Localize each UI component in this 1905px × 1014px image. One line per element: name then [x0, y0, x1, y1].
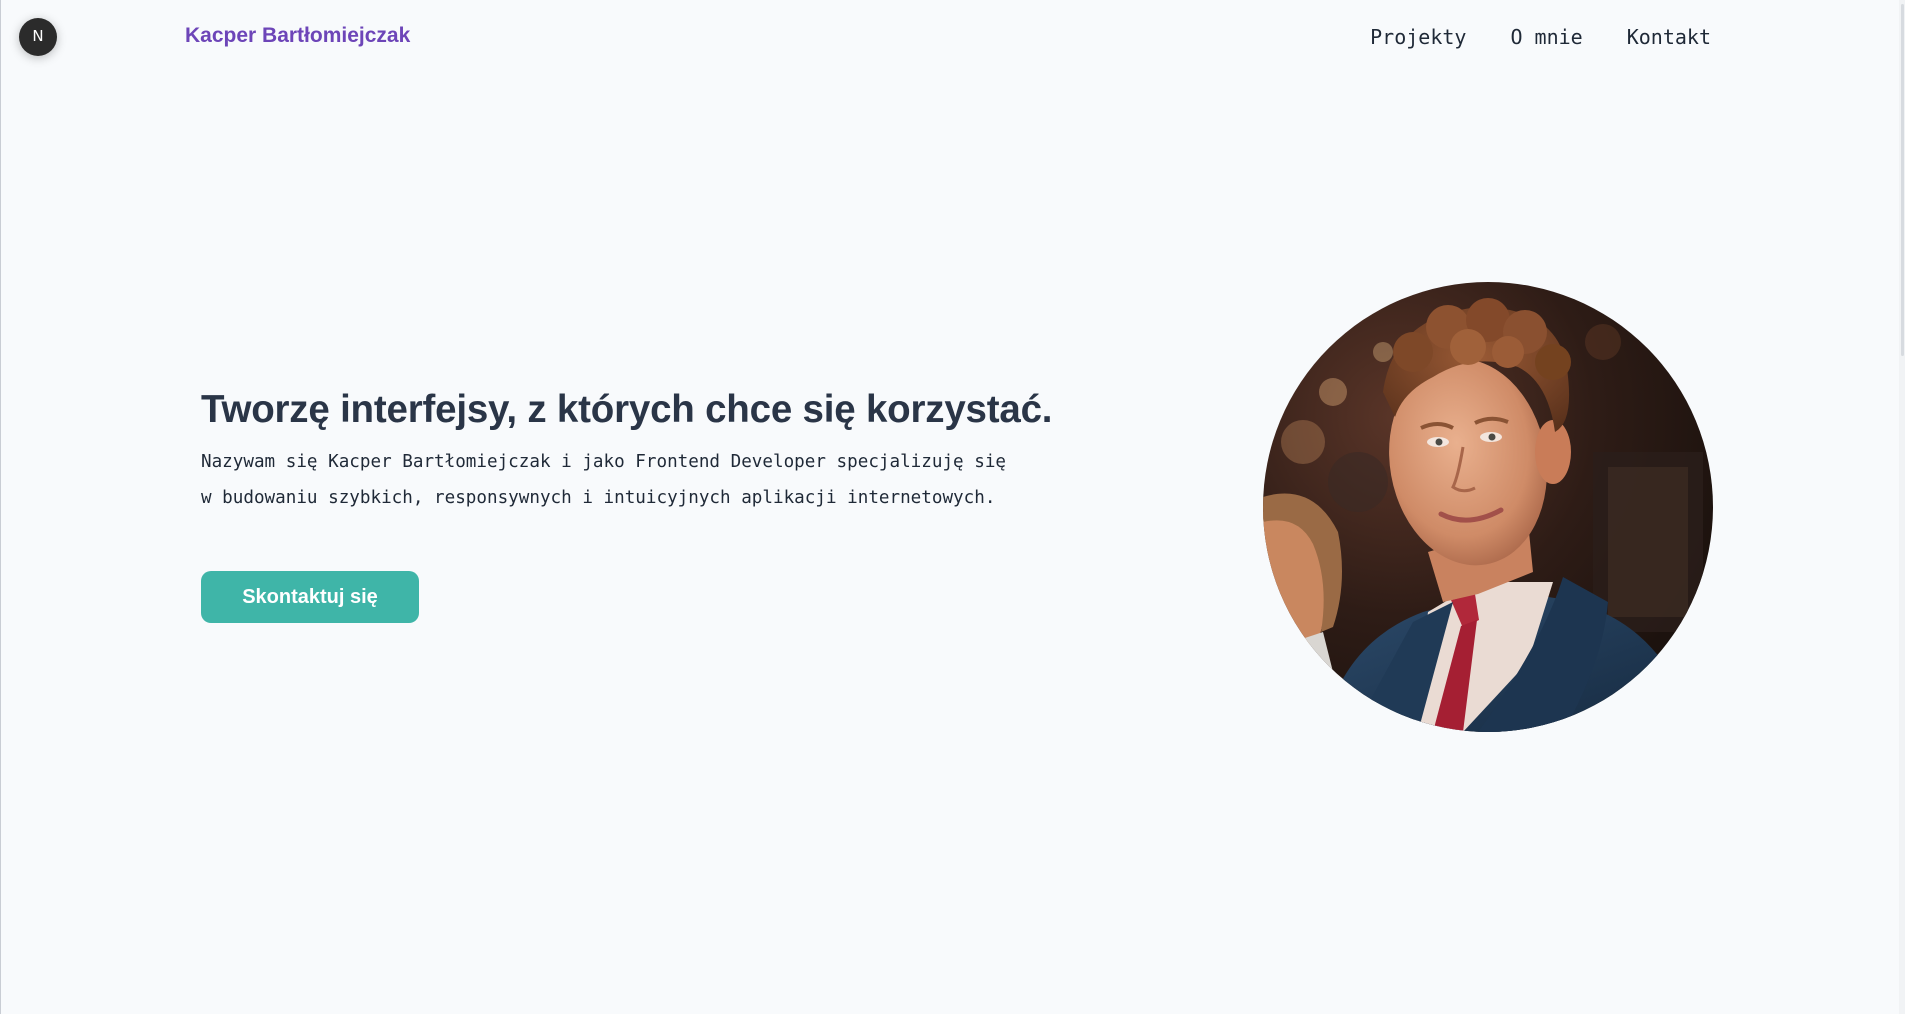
- nav-link-projekty[interactable]: Projekty: [1370, 25, 1466, 49]
- site-header: Kacper Bartłomiejczak Projekty O mnie Ko…: [0, 0, 1905, 74]
- hero-description: Nazywam się Kacper Bartłomiejczak i jako…: [201, 452, 1007, 508]
- scrollbar[interactable]: [1899, 0, 1905, 1014]
- nav-link-kontakt[interactable]: Kontakt: [1627, 25, 1711, 49]
- main-nav: Projekty O mnie Kontakt: [1326, 25, 1711, 49]
- profile-photo: [1263, 282, 1713, 732]
- nav-link-o-mnie[interactable]: O mnie: [1510, 25, 1582, 49]
- contact-button[interactable]: Skontaktuj się: [201, 571, 419, 623]
- brand-logo-link[interactable]: Kacper Bartłomiejczak: [185, 24, 410, 48]
- hero-title: Tworzę interfejsy, z których chce się ko…: [201, 388, 1053, 431]
- window-left-edge: [0, 0, 1, 1014]
